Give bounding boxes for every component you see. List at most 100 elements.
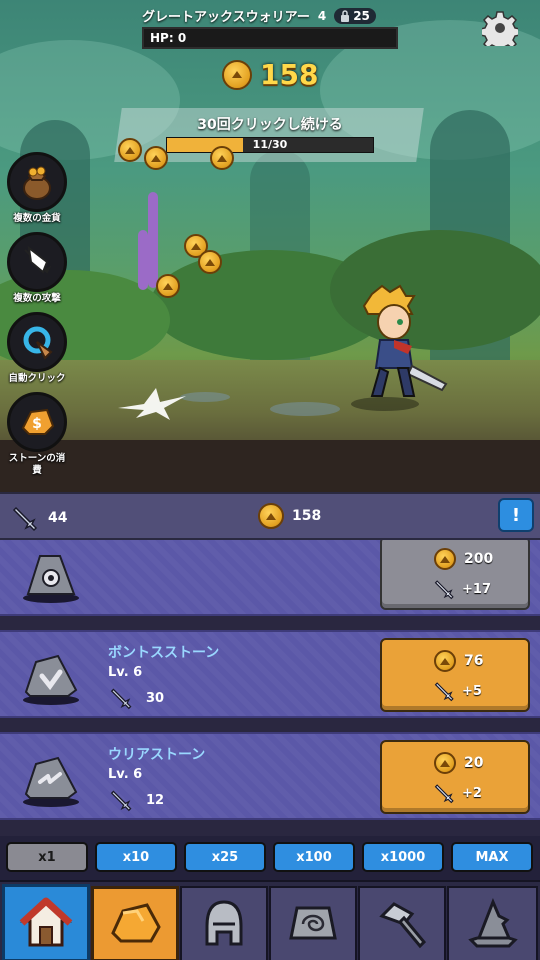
upgrade-gain-value: +5 bbox=[462, 683, 482, 699]
svg-text:$: $ bbox=[32, 416, 42, 432]
multiplier-max-button[interactable]: MAX bbox=[451, 842, 533, 872]
monster-name: グレートアックスウォリアー bbox=[142, 10, 310, 25]
wizard-hat-icon bbox=[467, 898, 518, 948]
skill-label: 自動クリック bbox=[8, 373, 66, 384]
upgrade-cost: 200 bbox=[434, 548, 493, 570]
sword-icon bbox=[110, 688, 132, 710]
gold-coin-icon bbox=[434, 650, 456, 672]
upgrade-row: ボントスストーン Lv. 6 30 76 +5 bbox=[0, 630, 540, 718]
gold-coin-icon bbox=[434, 752, 456, 774]
lock-icon bbox=[341, 9, 350, 22]
quest-title: 30回クリックし続ける bbox=[197, 117, 343, 133]
monster-level: 4 bbox=[317, 8, 327, 23]
dropped-coin-icon[interactable] bbox=[144, 146, 168, 170]
upgrade-name: ボントスストーン bbox=[108, 645, 220, 661]
dirt-edge bbox=[0, 440, 540, 492]
multiplier-x10-button[interactable]: x10 bbox=[95, 842, 177, 872]
upgrade-buy-button[interactable]: 20 +2 bbox=[380, 740, 530, 814]
quest-progress-text: 11/30 bbox=[252, 138, 288, 151]
info-button[interactable]: ! bbox=[498, 498, 534, 532]
gold-value: 158 bbox=[292, 508, 322, 524]
skill-multi-attack[interactable]: 複数の攻撃 bbox=[6, 232, 68, 305]
upgrade-row: ウリアストーン Lv. 6 12 20 +2 bbox=[0, 732, 540, 820]
attack-stat: 44 bbox=[12, 504, 67, 532]
stone-spend-icon: $ bbox=[7, 392, 67, 452]
attack-value: 44 bbox=[48, 510, 68, 526]
upgrade-gain: +5 bbox=[434, 680, 482, 702]
sword-icon bbox=[12, 506, 38, 532]
quest-progress-bar: 11/30 bbox=[166, 137, 374, 153]
skill-stone-spend[interactable]: $ ストーンの消費 bbox=[6, 392, 68, 477]
upgrade-cost: 76 bbox=[434, 650, 483, 672]
upgrade-cost-value: 200 bbox=[464, 551, 494, 567]
multiplier-x25-button[interactable]: x25 bbox=[184, 842, 266, 872]
tab-heroes[interactable] bbox=[447, 886, 538, 960]
upgrade-gain: +17 bbox=[434, 578, 491, 600]
skill-label: 複数の攻撃 bbox=[13, 293, 61, 304]
upgrade-buy-button[interactable]: 200 +17 bbox=[380, 540, 530, 610]
stone-icon bbox=[111, 903, 161, 943]
upgrade-gain: +2 bbox=[434, 782, 482, 804]
gold-counter: 158 bbox=[222, 58, 318, 91]
skill-auto-click[interactable]: 自動クリック bbox=[6, 312, 68, 385]
upgrade-level: Lv. 6 bbox=[108, 767, 143, 782]
gold-total: 158 bbox=[260, 58, 319, 91]
tab-equipment[interactable] bbox=[180, 886, 268, 960]
monster-header: グレートアックスウォリアー 4 25 bbox=[142, 6, 376, 25]
gold-coin-icon bbox=[434, 548, 456, 570]
helmet-icon bbox=[205, 900, 243, 946]
coin-bag-icon bbox=[7, 152, 67, 212]
upgrade-buy-button[interactable]: 76 +5 bbox=[380, 638, 530, 712]
multiplier-x100-button[interactable]: x100 bbox=[273, 842, 355, 872]
dropped-coin-icon[interactable] bbox=[198, 250, 222, 274]
hp-text: HP: 0 bbox=[150, 31, 187, 45]
multiplier-x1-button[interactable]: x1 bbox=[6, 842, 88, 872]
skill-label: 複数の金貨 bbox=[13, 213, 61, 224]
upgrade-list[interactable]: 200 +17 ボントスストーン Lv. 6 30 76 +5 ウリアストーン … bbox=[0, 540, 540, 836]
bottom-tab-bar bbox=[0, 880, 540, 960]
stone-ring-icon bbox=[23, 555, 79, 603]
slash-effect bbox=[118, 388, 186, 420]
stone-chevron-icon bbox=[23, 654, 79, 705]
stats-bar: 44 158 ! bbox=[0, 492, 540, 540]
upgrade-row: 200 +17 bbox=[0, 540, 540, 616]
upgrade-gain-value: +17 bbox=[462, 581, 491, 597]
lavender-flower bbox=[148, 192, 158, 288]
battle-scene[interactable]: グレートアックスウォリアー 4 25 HP: 0 158 30回クリックし続ける… bbox=[0, 0, 540, 492]
upgrade-gain-value: +2 bbox=[462, 785, 482, 801]
lavender-flower bbox=[138, 230, 148, 290]
tab-artifacts[interactable] bbox=[269, 886, 357, 960]
upgrade-damage: 12 bbox=[110, 788, 164, 812]
lock-count: 25 bbox=[353, 8, 370, 23]
tab-skills[interactable] bbox=[358, 886, 446, 960]
upgrade-damage-value: 12 bbox=[146, 792, 165, 808]
gold-stat: 158 bbox=[258, 503, 321, 529]
hp-bar: HP: 0 bbox=[142, 27, 398, 49]
home-icon bbox=[19, 897, 73, 947]
lock-badge: 25 bbox=[334, 7, 376, 24]
upgrade-level: Lv. 6 bbox=[108, 665, 143, 680]
multiplier-x1000-button[interactable]: x1000 bbox=[362, 842, 444, 872]
hero-character bbox=[351, 284, 448, 411]
upgrade-cost: 20 bbox=[434, 752, 483, 774]
gold-coin-icon bbox=[222, 59, 252, 90]
upgrade-cost-value: 20 bbox=[464, 755, 484, 771]
skill-multi-coin[interactable]: 複数の金貨 bbox=[6, 152, 68, 225]
multi-sword-icon bbox=[7, 232, 67, 292]
tab-home[interactable] bbox=[2, 884, 90, 960]
dropped-coin-icon[interactable] bbox=[118, 138, 142, 162]
tab-stones[interactable] bbox=[91, 886, 179, 960]
sword-icon bbox=[434, 784, 454, 804]
hammer-icon bbox=[379, 902, 427, 949]
upgrade-cost-value: 76 bbox=[464, 653, 484, 669]
sword-icon bbox=[110, 790, 132, 812]
puddle bbox=[270, 402, 340, 416]
multiplier-bar: x1 x10 x25 x100 x1000 MAX bbox=[0, 836, 540, 880]
upgrade-name: ウリアストーン bbox=[108, 747, 206, 763]
settings-gear-icon[interactable] bbox=[482, 10, 518, 46]
dropped-coin-icon[interactable] bbox=[210, 146, 234, 170]
sword-icon bbox=[434, 580, 454, 600]
stone-lightning-icon bbox=[23, 756, 79, 807]
upgrade-damage: 30 bbox=[110, 686, 164, 710]
dropped-coin-icon[interactable] bbox=[156, 274, 180, 298]
